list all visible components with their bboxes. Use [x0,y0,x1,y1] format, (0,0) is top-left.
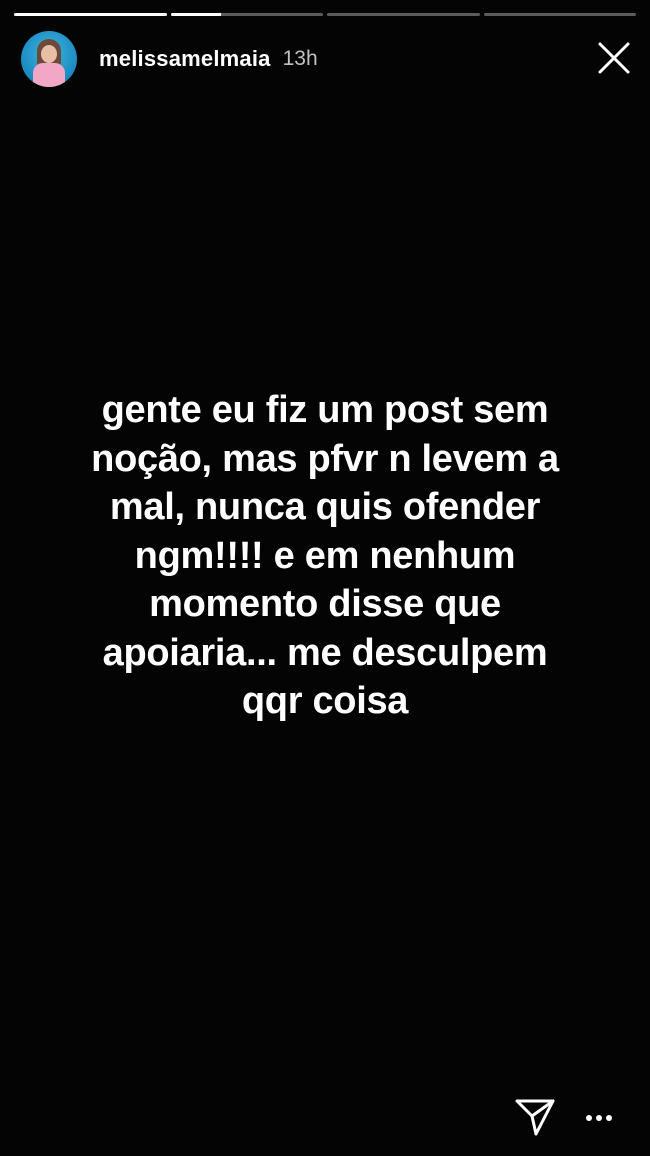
more-options-icon[interactable] [580,1104,620,1132]
story-text-line: gente eu fiz um post sem [101,389,549,431]
avatar-dress [33,63,65,87]
send-icon[interactable] [512,1094,558,1140]
close-icon[interactable] [596,40,632,76]
story-text-line: noção, mas pfvr n levem a [91,437,559,480]
progress-segment-4 [483,13,636,16]
progress-segment-2 [170,13,323,16]
story-text-line: mal, nunca quis ofender [109,486,541,528]
story-text-line: qqr coisa [241,680,409,722]
avatar[interactable] [21,31,77,87]
story-viewer: melissamelmaia 13h gente eu fiz um post … [0,0,650,1156]
story-text: gente eu fiz um post sem noção, mas pfvr… [60,386,590,726]
story-header: melissamelmaia 13h [21,31,318,87]
avatar-face [41,45,57,63]
story-text-line: apoiaria... me desculpem [102,631,548,674]
post-time: 13h [282,47,318,70]
story-text-line: momento disse que [149,583,501,625]
progress-segment-1 [14,13,167,16]
story-progress-bar [14,13,636,17]
progress-segment-3 [327,13,480,16]
username[interactable]: melissamelmaia [99,46,271,72]
story-text-line: ngm!!!! e em nenhum [134,534,516,577]
